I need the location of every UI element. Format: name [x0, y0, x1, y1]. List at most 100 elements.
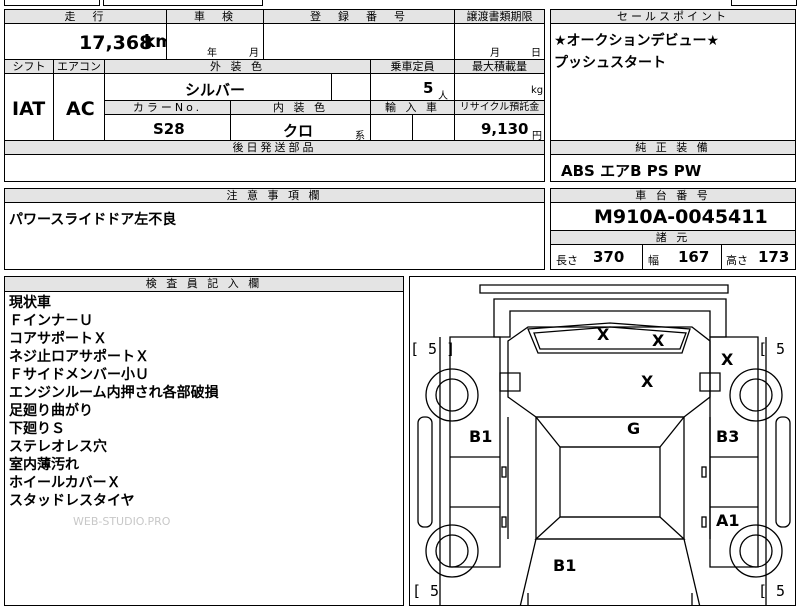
door-handle-lr	[501, 516, 507, 528]
shift-label: シフト	[4, 59, 54, 74]
mirror-left	[499, 372, 521, 392]
aircon-cell: AC	[53, 73, 105, 141]
tire-right-rear-label: [ 5	[758, 582, 786, 600]
sill-left	[507, 417, 537, 539]
sales-point-line-1: ★オークションデビュー★	[554, 33, 720, 49]
height-value: 173	[758, 248, 790, 266]
inspector-label: 検 査 員 記 入 欄	[4, 276, 404, 292]
registration-cell	[263, 23, 455, 60]
chassis-label: 車 台 番 号	[550, 188, 796, 203]
inspector-line: コアサポートＸ	[9, 331, 107, 347]
door-divider-left	[450, 456, 500, 508]
right-body-shape	[709, 336, 759, 568]
notes-value: パワースライドドア左不良	[9, 212, 177, 228]
mileage-label: 走 行	[4, 9, 167, 24]
wheel-lr-inner	[435, 534, 469, 568]
aircon-value: AC	[66, 98, 95, 120]
door-handle-rf	[701, 466, 707, 478]
chassis-cell: M910A-0045411	[550, 202, 796, 231]
tire-right-front-label: [ 5 ]	[758, 340, 795, 358]
top-left-fragment-box	[4, 0, 100, 6]
capacity-cell: 5 人	[370, 73, 455, 101]
notes-label: 注 意 事 項 欄	[4, 188, 545, 203]
side-guard-left	[417, 416, 433, 528]
color-no-label: カラーNo.	[104, 100, 231, 115]
vehicle-diagram-box: [ 5 ] [ 5 ] [ 5 [ 5 X X X X G B1 B3 A1 B…	[409, 276, 796, 606]
color-no-value: S28	[153, 120, 185, 138]
inspector-line: ホイールカバーＸ	[9, 475, 121, 491]
width-label: 幅	[648, 254, 659, 267]
chassis-value: M910A-0045411	[594, 206, 768, 228]
inspector-line: エンジンルーム内押され各部破損	[9, 385, 219, 401]
sales-point-line-2: プッシュスタート	[554, 55, 666, 71]
mark-fender-rf: X	[721, 350, 734, 369]
wheel-lf-outer	[425, 368, 479, 422]
mark-door-rr: A1	[716, 511, 740, 530]
capacity-value: 5	[423, 79, 434, 97]
mark-hood-a: X	[597, 325, 610, 344]
sales-point-label: セールスポイント	[550, 9, 796, 24]
sales-point-box: ★オークションデビュー★ プッシュスタート	[550, 23, 796, 141]
top-mid-fragment-box	[103, 0, 263, 6]
inspection-month-unit: 月	[249, 48, 259, 59]
inspector-line: ネジ止ロアサポートＸ	[9, 349, 149, 365]
body-outline	[439, 337, 767, 605]
wheel-rf-outer	[729, 368, 783, 422]
capacity-label: 乗車定員	[370, 59, 455, 74]
interior-color-label: 内 装 色	[230, 100, 371, 115]
capacity-unit: 人	[438, 91, 448, 101]
standard-equipment-cell: ABS エアB PS PW	[550, 154, 796, 182]
shift-value: IAT	[12, 98, 46, 120]
mark-door-rf: B3	[716, 427, 740, 446]
inspection-label: 車 検	[166, 9, 264, 24]
door-handle-lf	[501, 466, 507, 478]
transfer-month-unit: 月	[490, 48, 500, 59]
color-no-cell: S28	[104, 114, 231, 141]
inspection-year-unit: 年	[207, 48, 217, 59]
mark-door-lf: B1	[469, 427, 493, 446]
later-parts-label: 後日発送部品	[4, 140, 545, 155]
tire-left-rear-label: [ 5	[412, 582, 440, 600]
wheel-rr-outer	[729, 524, 783, 578]
length-value: 370	[593, 248, 625, 266]
length-label: 長さ	[556, 254, 578, 267]
width-cell: 幅 167	[642, 244, 722, 270]
dimensions-label: 諸 元	[550, 230, 796, 245]
inspection-cell: 年 月	[166, 23, 264, 60]
inspector-cell: 現状車 Ｆインナ－Ｕ コアサポートＸ ネジ止ロアサポートＸ Ｆサイドメンバー小Ｕ…	[4, 291, 404, 606]
wheel-rf-inner	[739, 378, 773, 412]
exterior-color-extra-cell	[331, 73, 371, 101]
inspector-line: 室内薄汚れ	[9, 457, 79, 473]
later-parts-cell	[4, 154, 545, 182]
height-cell: 高さ 173	[721, 244, 796, 270]
transfer-deadline-cell: 月 日	[454, 23, 545, 60]
width-value: 167	[678, 248, 710, 266]
door-handle-rr	[701, 516, 707, 528]
exterior-color-label: 外 装 色	[104, 59, 371, 74]
inspector-line: 現状車	[9, 295, 51, 311]
shift-cell: IAT	[4, 73, 54, 141]
inspector-line: ステレオレス穴	[9, 439, 107, 455]
mark-hood-b: X	[652, 331, 665, 350]
max-load-cell: kg	[454, 73, 545, 101]
recycle-label: リサイクル預託金	[454, 100, 545, 115]
interior-color-value: クロ	[283, 122, 314, 140]
inspector-line: スタッドレスタイヤ	[9, 493, 135, 509]
tire-left-front-label: [ 5 ]	[410, 340, 456, 358]
inspector-line: 足廻り曲がり	[9, 403, 93, 419]
mileage-value: 17,368	[79, 32, 153, 54]
transfer-deadline-label: 譲渡書類期限	[454, 9, 545, 24]
rear-hatch-shape	[519, 538, 701, 605]
height-label: 高さ	[726, 254, 748, 267]
front-bumper-shape	[479, 284, 729, 294]
roof-shape	[559, 446, 661, 518]
import-cell-a	[370, 114, 413, 141]
inspector-lines: 現状車 Ｆインナ－Ｕ コアサポートＸ ネジ止ロアサポートＸ Ｆサイドメンバー小Ｕ…	[9, 294, 219, 510]
left-body-shape	[449, 336, 501, 568]
inspector-line: Ｆサイドメンバー小Ｕ	[9, 367, 149, 383]
inspector-line: 下廻りＳ	[9, 421, 65, 437]
exterior-color-value: シルバー	[185, 81, 246, 99]
recycle-value: 9,130	[481, 120, 529, 138]
rear-window-shape	[534, 516, 686, 540]
mark-engine: X	[641, 372, 654, 391]
